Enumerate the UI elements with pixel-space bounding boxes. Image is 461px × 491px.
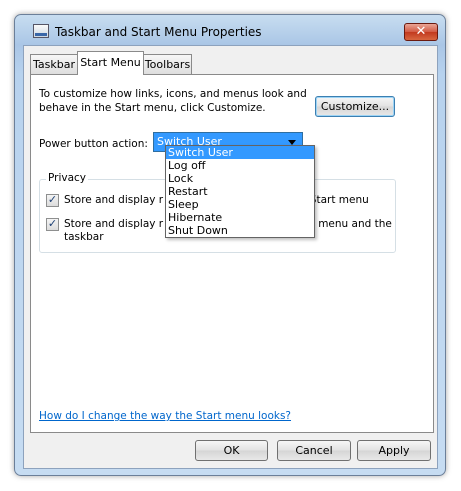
dropdown-option-restart[interactable]: Restart — [166, 185, 314, 198]
dropdown-option-switch-user[interactable]: Switch User — [166, 146, 314, 159]
power-button-label: Power button action: — [39, 138, 148, 150]
dropdown-option-log-off[interactable]: Log off — [166, 159, 314, 172]
privacy-item-2-label-cont: taskbar — [64, 231, 104, 243]
start-menu-panel: To customize how links, icons, and menus… — [30, 74, 434, 433]
dropdown-option-sleep[interactable]: Sleep — [166, 198, 314, 211]
checkmark-icon: ✓ — [47, 194, 58, 206]
help-link[interactable]: How do I change the way the Start menu l… — [39, 410, 291, 422]
checkmark-icon: ✓ — [47, 218, 58, 230]
intro-text: To customize how links, icons, and menus… — [39, 88, 307, 114]
close-icon: ✕ — [415, 24, 427, 39]
window-title: Taskbar and Start Menu Properties — [55, 25, 262, 39]
privacy-item-2-label: Store and display r — [64, 218, 164, 230]
ok-button[interactable]: OK — [195, 440, 268, 461]
tab-start-menu[interactable]: Start Menu — [77, 51, 144, 75]
title-bar[interactable]: Taskbar and Start Menu Properties ✕ — [15, 15, 445, 47]
customize-button[interactable]: Customize... — [315, 96, 395, 117]
privacy-checkbox-1[interactable]: ✓ — [46, 194, 59, 207]
power-options-dropdown[interactable]: Switch User Log off Lock Restart Sleep H… — [165, 145, 315, 238]
tab-taskbar[interactable]: Taskbar — [30, 54, 78, 74]
dropdown-option-shut-down[interactable]: Shut Down — [166, 224, 314, 237]
privacy-checkbox-2[interactable]: ✓ — [46, 218, 59, 231]
dropdown-option-lock[interactable]: Lock — [166, 172, 314, 185]
cancel-button[interactable]: Cancel — [277, 440, 351, 461]
dropdown-option-hibernate[interactable]: Hibernate — [166, 211, 314, 224]
privacy-title: Privacy — [46, 172, 89, 184]
properties-window: Taskbar and Start Menu Properties ✕ Task… — [14, 14, 446, 476]
tab-toolbars[interactable]: Toolbars — [143, 54, 192, 74]
dialog-client: Taskbar Start Menu Toolbars To customize… — [23, 45, 438, 469]
taskbar-icon — [33, 24, 49, 38]
close-button[interactable]: ✕ — [404, 23, 438, 41]
privacy-item-1-label: Store and display r — [64, 194, 164, 206]
apply-button[interactable]: Apply — [357, 440, 431, 461]
